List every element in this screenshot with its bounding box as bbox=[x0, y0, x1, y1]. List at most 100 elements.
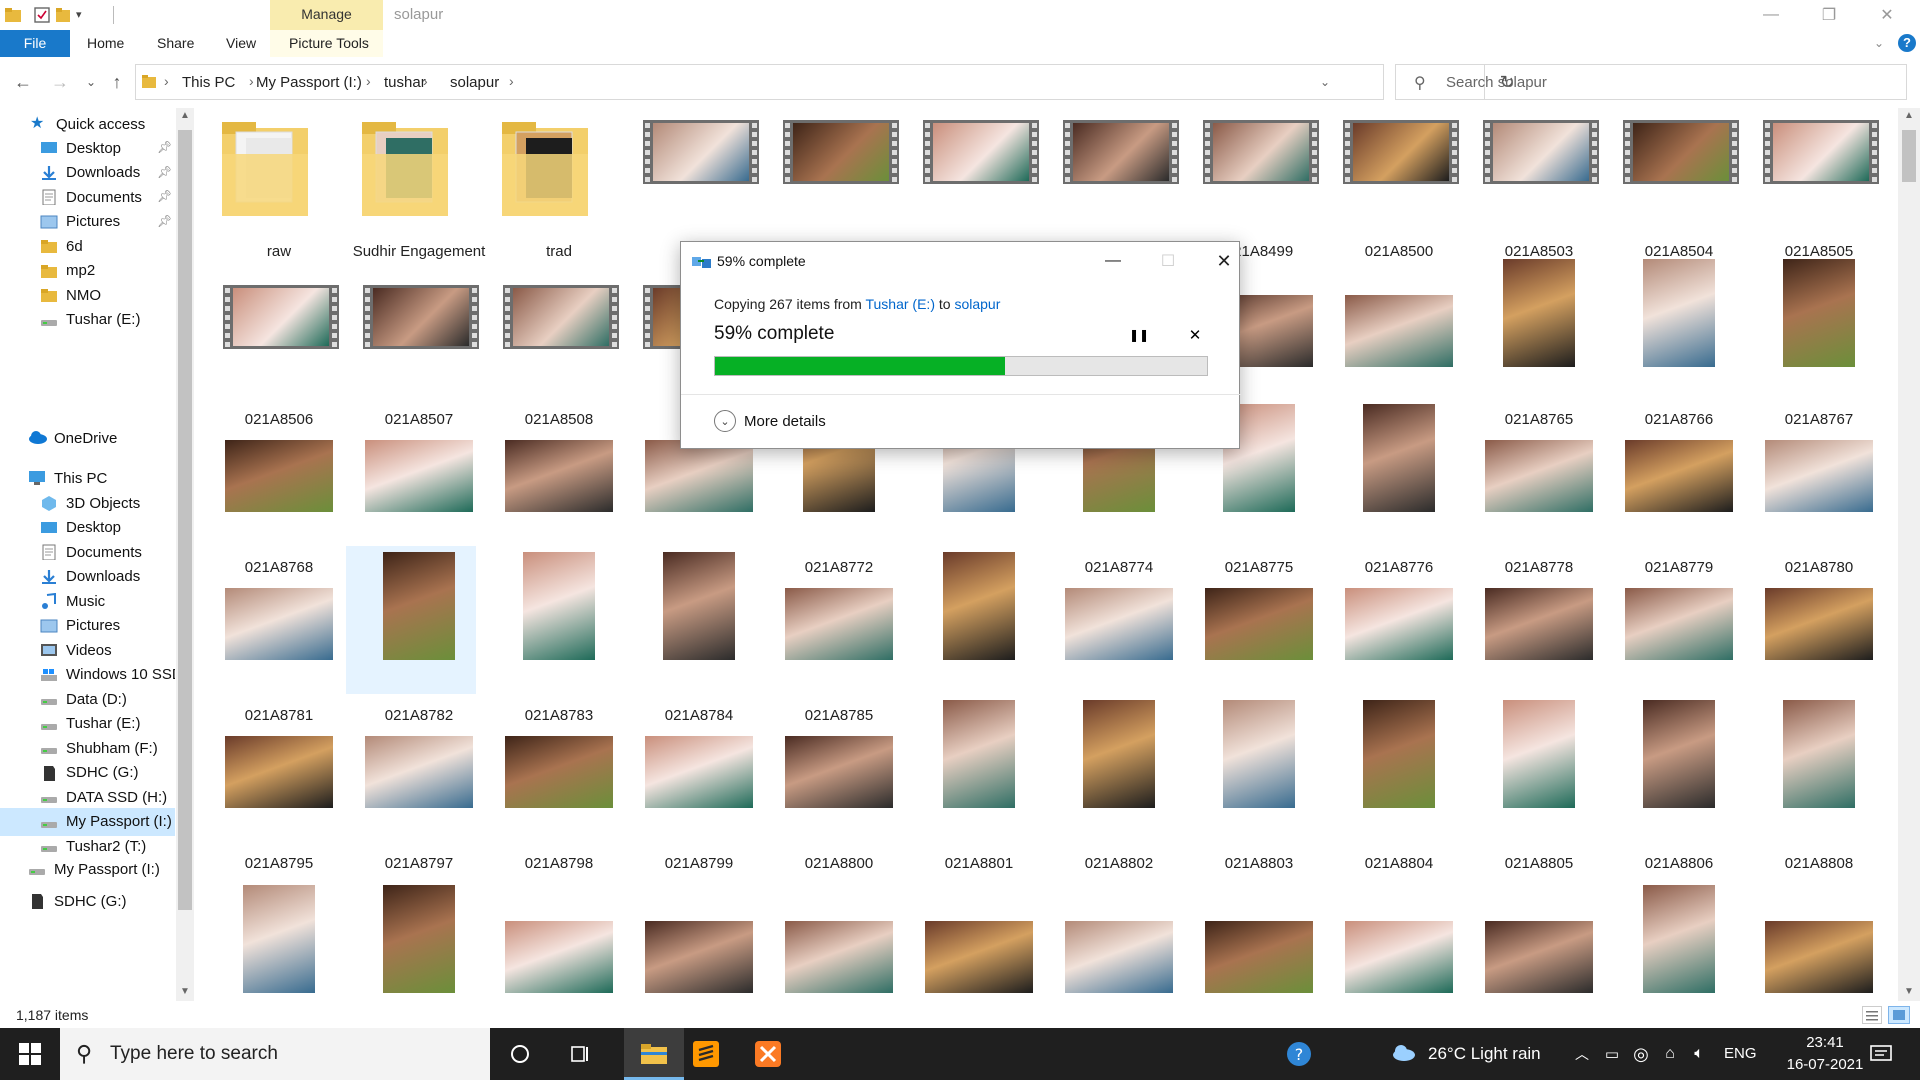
pin-icon[interactable]: 📌︎ bbox=[157, 140, 172, 154]
file-item[interactable]: 021A8795 bbox=[200, 108, 338, 1001]
properties-icon[interactable] bbox=[33, 6, 51, 24]
breadcrumb-chevron-icon[interactable]: › bbox=[423, 73, 428, 89]
tab-picture-tools[interactable]: Picture Tools bbox=[289, 30, 369, 57]
pin-icon[interactable]: 📌︎ bbox=[157, 214, 172, 228]
dialog-close-button[interactable]: ✕ bbox=[1201, 246, 1247, 276]
windows-start-icon[interactable] bbox=[16, 1040, 44, 1068]
image-thumbnail[interactable] bbox=[243, 885, 315, 993]
volume-icon[interactable]: 🔈︎ bbox=[1688, 1040, 1710, 1068]
pin-icon[interactable]: 📌︎ bbox=[157, 165, 172, 179]
folder-item[interactable]: raw bbox=[200, 108, 338, 1001]
breadcrumb-chevron-icon[interactable]: › bbox=[164, 73, 169, 89]
image-thumbnail[interactable] bbox=[925, 921, 1033, 993]
cortana-icon[interactable] bbox=[506, 1040, 534, 1068]
search-box[interactable]: ⚲ Search solapur bbox=[1395, 64, 1907, 100]
taskbar-search[interactable]: ⚲ Type here to search bbox=[60, 1028, 490, 1080]
file-item[interactable]: 021A8769 bbox=[340, 108, 478, 1001]
dialog-minimize-button[interactable]: — bbox=[1090, 246, 1136, 276]
details-view-icon[interactable] bbox=[1862, 1006, 1882, 1024]
tab-view[interactable]: View bbox=[226, 30, 256, 57]
file-item[interactable]: 021A8797 bbox=[340, 108, 478, 1001]
file-item[interactable]: 021A8508 bbox=[480, 108, 619, 1001]
file-item[interactable]: 021A8792 bbox=[1460, 108, 1598, 1001]
clock-date[interactable]: 16-07-2021 bbox=[1775, 1056, 1875, 1073]
file-item[interactable]: 021A8507 bbox=[340, 108, 479, 1001]
file-item[interactable]: 021A8782 bbox=[340, 108, 478, 1001]
file-item[interactable]: 021A8503 bbox=[1460, 108, 1599, 1001]
file-item[interactable]: 021A8770 bbox=[480, 108, 618, 1001]
file-item[interactable]: 021A8779 bbox=[1600, 108, 1738, 1001]
image-thumbnail[interactable] bbox=[1205, 921, 1313, 993]
new-folder-icon[interactable] bbox=[55, 6, 73, 24]
expand-ribbon-icon[interactable]: ⌄ bbox=[1874, 30, 1884, 57]
file-item[interactable]: 021A8500 bbox=[1320, 108, 1459, 1001]
image-thumbnail[interactable] bbox=[1643, 885, 1715, 993]
more-details-button[interactable]: ⌄ More details bbox=[714, 410, 826, 432]
scroll-thumb[interactable] bbox=[1902, 130, 1916, 182]
up-button[interactable]: ↑ bbox=[104, 68, 130, 96]
search-input[interactable]: Search solapur bbox=[1446, 74, 1547, 91]
back-button[interactable]: ← bbox=[10, 68, 36, 96]
restore-button[interactable]: ❐ bbox=[1800, 0, 1858, 30]
image-thumbnail[interactable] bbox=[1065, 921, 1173, 993]
breadcrumb-my-passport[interactable]: My Passport (I:) bbox=[256, 74, 362, 91]
breadcrumb-chevron-icon[interactable]: › bbox=[366, 73, 371, 89]
minimize-button[interactable]: — bbox=[1742, 0, 1800, 30]
file-item[interactable]: 021A8504 bbox=[1600, 108, 1739, 1001]
file-item[interactable]: 021A8794 bbox=[1740, 108, 1878, 1001]
file-item[interactable]: 021A8808 bbox=[1740, 108, 1878, 1001]
language-indicator[interactable]: ENG bbox=[1724, 1045, 1757, 1062]
weather-text[interactable]: 26°C Light rain bbox=[1428, 1044, 1541, 1064]
nav-item-sdhc-g[interactable]: SDHC (G:) bbox=[28, 887, 127, 915]
help-icon[interactable]: ? bbox=[1898, 34, 1916, 52]
battery-icon[interactable]: ▭ bbox=[1601, 1040, 1623, 1068]
file-item[interactable]: 021A8804 bbox=[1320, 108, 1458, 1001]
breadcrumb-solapur[interactable]: solapur bbox=[450, 74, 499, 91]
file-item[interactable]: 021A8781 bbox=[200, 108, 338, 1001]
file-item[interactable]: 021A8765 bbox=[1460, 108, 1598, 1001]
image-thumbnail[interactable] bbox=[785, 921, 893, 993]
nav-item-tushar-e[interactable]: Tushar (E:) bbox=[40, 306, 175, 334]
large-icons-view-icon[interactable] bbox=[1888, 1006, 1910, 1024]
image-thumbnail[interactable] bbox=[505, 921, 613, 993]
breadcrumb-chevron-icon[interactable]: › bbox=[249, 73, 254, 89]
destination-link[interactable]: solapur bbox=[954, 296, 1000, 312]
content-scrollbar[interactable]: ▲ ▼ bbox=[1898, 108, 1920, 1001]
file-item[interactable]: 021A8793 bbox=[1600, 108, 1738, 1001]
pause-button[interactable]: ❚❚ bbox=[1127, 323, 1151, 347]
recent-locations-button[interactable]: ⌄ bbox=[78, 68, 104, 96]
customize-toolbar-icon[interactable]: ▾ bbox=[76, 6, 94, 24]
globe-icon[interactable]: ◎ bbox=[1630, 1040, 1652, 1068]
clock-time[interactable]: 23:41 bbox=[1790, 1034, 1860, 1051]
scroll-thumb[interactable] bbox=[178, 130, 192, 910]
file-item[interactable]: 021A8768 bbox=[200, 108, 338, 1001]
breadcrumb-this-pc[interactable]: This PC bbox=[182, 74, 235, 91]
image-thumbnail[interactable] bbox=[383, 885, 455, 993]
scroll-up-icon[interactable]: ▲ bbox=[180, 110, 190, 121]
image-thumbnail[interactable] bbox=[645, 921, 753, 993]
file-item[interactable]: 021A8791 bbox=[1320, 108, 1458, 1001]
file-item[interactable]: 021A8805 bbox=[1460, 108, 1598, 1001]
task-view-icon[interactable] bbox=[566, 1040, 594, 1068]
image-thumbnail[interactable] bbox=[1485, 921, 1593, 993]
file-item[interactable]: 021A8764 bbox=[1320, 108, 1458, 1001]
address-bar[interactable]: › This PC › My Passport (I:) › tushar › … bbox=[135, 64, 1515, 100]
file-item[interactable]: 021A8798 bbox=[480, 108, 618, 1001]
file-item[interactable]: 021A8506 bbox=[200, 108, 339, 1001]
file-item[interactable]: 021A8505 bbox=[1740, 108, 1879, 1001]
breadcrumb-chevron-icon[interactable]: › bbox=[509, 73, 514, 89]
file-item[interactable]: 021A8767 bbox=[1740, 108, 1878, 1001]
file-item[interactable]: 021A8780 bbox=[1740, 108, 1878, 1001]
xampp-icon[interactable] bbox=[754, 1040, 782, 1068]
image-thumbnail[interactable] bbox=[1765, 921, 1873, 993]
manage-context-tab[interactable]: Manage bbox=[270, 0, 383, 30]
cloud-rain-icon[interactable] bbox=[1390, 1040, 1418, 1068]
sublime-text-icon[interactable] bbox=[692, 1040, 720, 1068]
tab-share[interactable]: Share bbox=[157, 30, 194, 57]
folder-item[interactable]: trad bbox=[480, 108, 618, 1001]
image-thumbnail[interactable] bbox=[1345, 921, 1453, 993]
file-item[interactable]: 021A8783 bbox=[480, 108, 618, 1001]
folder-item[interactable]: Sudhir Engagement bbox=[340, 108, 485, 1001]
navigation-scrollbar[interactable]: ▲ ▼ bbox=[176, 108, 194, 1001]
tab-file[interactable]: File bbox=[0, 30, 70, 57]
